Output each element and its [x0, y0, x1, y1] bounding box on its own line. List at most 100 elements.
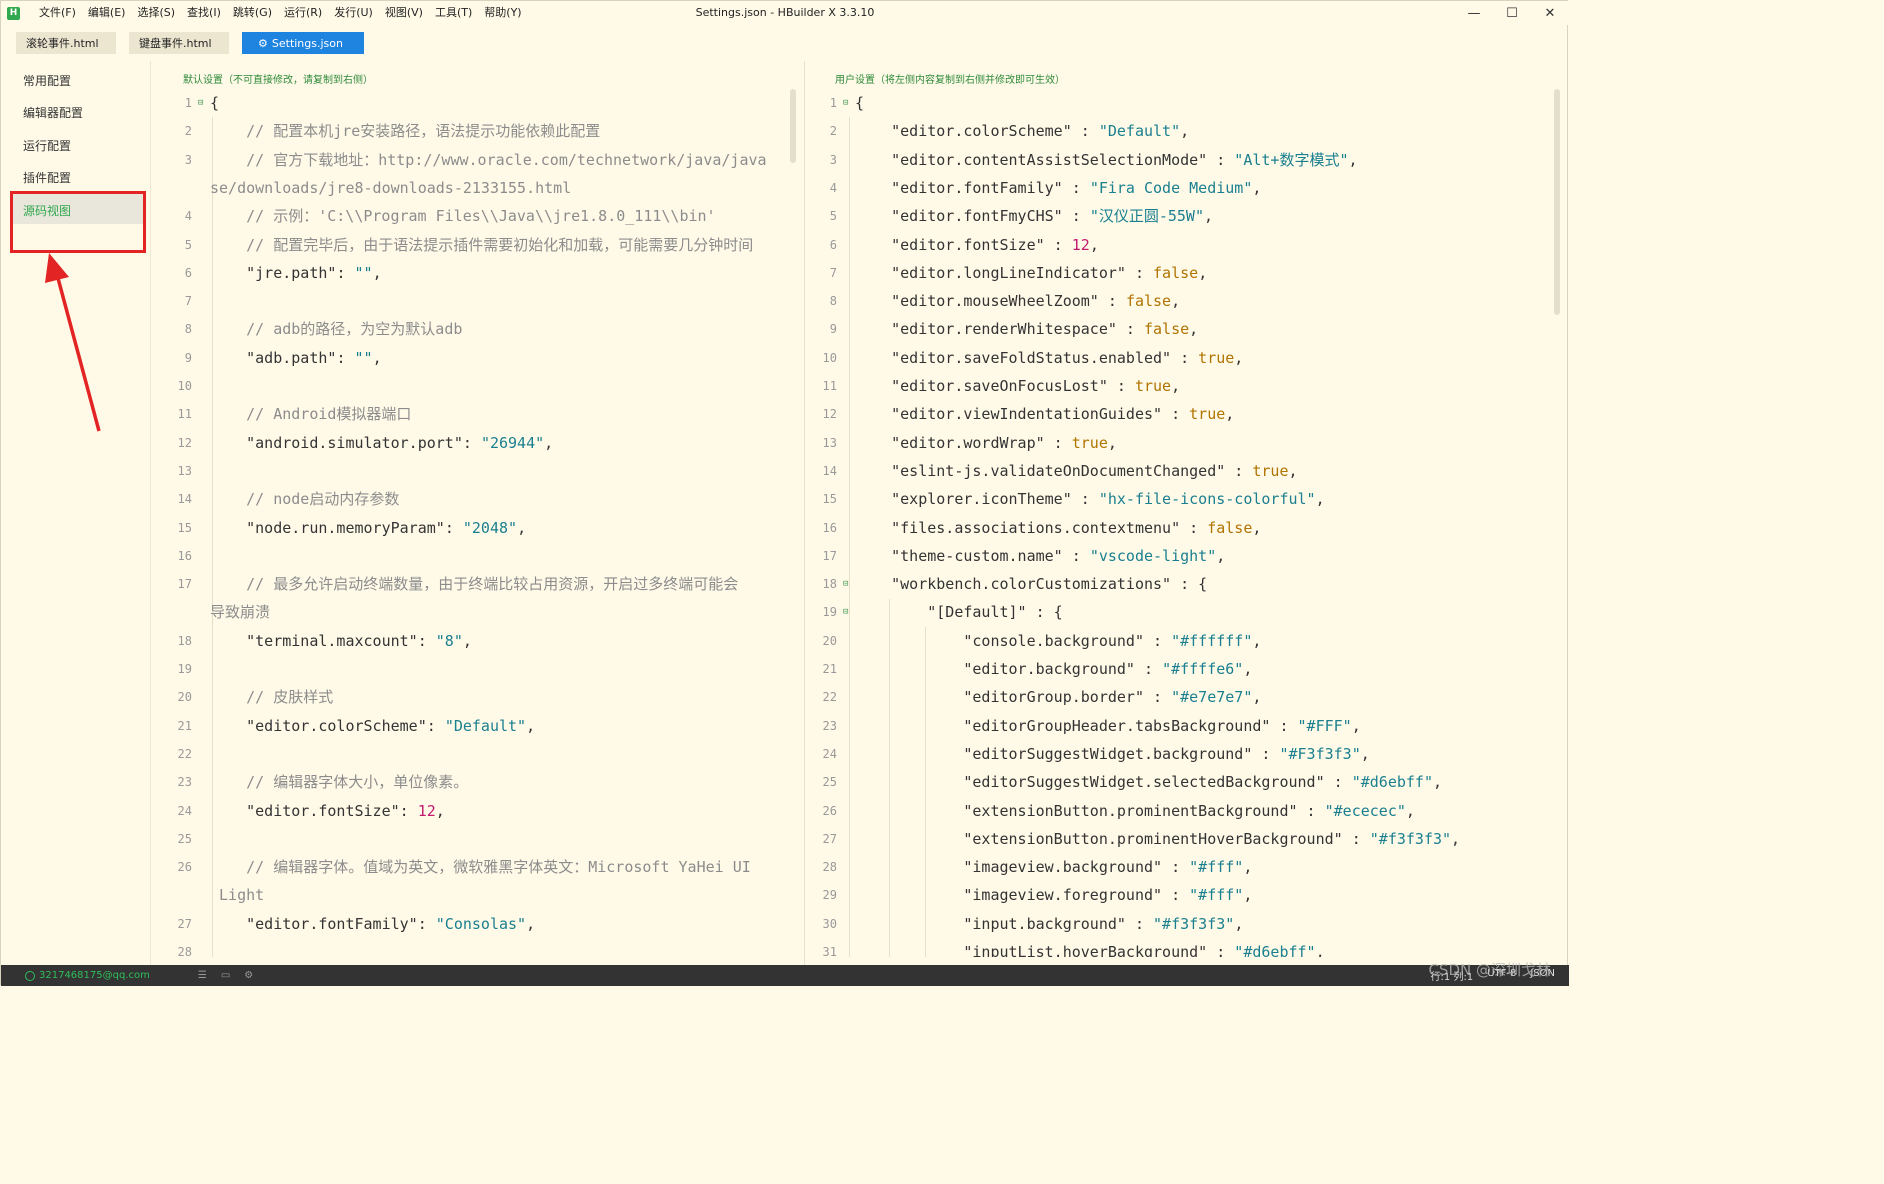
code-line[interactable]: "theme-custom.name" : "vscode-light", — [855, 542, 1225, 570]
code-line[interactable]: "editorSuggestWidget.background" : "#F3f… — [855, 740, 1369, 768]
sidebar-item-run[interactable]: 运行配置 — [23, 137, 71, 154]
list-icon[interactable]: ☰ — [198, 970, 207, 981]
code-line[interactable]: "editorGroupHeader.tabsBackground" : "#F… — [855, 712, 1360, 740]
code-line[interactable]: "editor.wordWrap" : true, — [855, 429, 1117, 457]
tab-scroll-event-html[interactable]: 滚轮事件.html — [16, 32, 116, 54]
line-number: 6 — [184, 265, 192, 280]
code-token: // 配置完毕后，由于语法提示插件需要初始化和加载，可能需要几分钟时间 — [210, 235, 754, 254]
code-line[interactable]: // 配置完毕后，由于语法提示插件需要初始化和加载，可能需要几分钟时间 — [210, 231, 753, 259]
code-line[interactable]: Light — [210, 881, 264, 909]
line-number: 21 — [822, 662, 837, 676]
code-token: : — [462, 433, 481, 452]
code-line[interactable]: "editor.saveOnFocusLost" : true, — [855, 372, 1180, 400]
fold-toggle-icon[interactable]: ⊟ — [843, 579, 848, 589]
menu-item[interactable]: 跳转(G) — [227, 1, 278, 25]
code-line[interactable]: // 官方下载地址：http://www.oracle.com/technetw… — [210, 146, 767, 174]
right-scrollbar[interactable] — [1554, 89, 1560, 315]
code-line[interactable]: "editor.viewIndentationGuides" : true, — [855, 400, 1234, 428]
terminal-icon[interactable]: ▭ — [221, 970, 230, 981]
code-line[interactable]: // 编辑器字体大小，单位像素。 — [210, 768, 468, 796]
code-line[interactable]: "editor.saveFoldStatus.enabled" : true, — [855, 344, 1243, 372]
title-bar: H 文件(F) 编辑(E) 选择(S) 查找(I) 跳转(G) 运行(R) 发行(U) 视图(… — [1, 1, 1569, 25]
code-token: "editor.fontFmyCHS" — [855, 207, 1063, 226]
code-line[interactable]: "eslint-js.validateOnDocumentChanged" : … — [855, 457, 1297, 485]
account-status[interactable]: 3217468175@qq.com — [25, 970, 150, 981]
code-line[interactable]: "extensionButton.prominentBackground" : … — [855, 797, 1415, 825]
code-line[interactable]: "editorGroup.border" : "#e7e7e7", — [855, 683, 1261, 711]
code-line[interactable]: { — [210, 89, 219, 117]
code-line[interactable]: "editor.longLineIndicator" : false, — [855, 259, 1207, 287]
code-line[interactable]: "editorSuggestWidget.selectedBackground"… — [855, 768, 1442, 796]
code-line[interactable]: // 配置本机jre安装路径，语法提示功能依赖此配置 — [210, 117, 600, 145]
code-line[interactable]: "editor.background" : "#ffffe6", — [855, 655, 1252, 683]
code-line[interactable]: "editor.mouseWheelZoom" : false, — [855, 287, 1180, 315]
code-line[interactable]: "workbench.colorCustomizations" : { — [855, 570, 1207, 598]
sidebar-item-plugins[interactable]: 插件配置 — [23, 169, 71, 186]
code-line[interactable]: "editor.fontFmyCHS" : "汉仪正圆-55W", — [855, 202, 1213, 230]
menu-item[interactable]: 查找(I) — [181, 1, 227, 25]
menu-item[interactable]: 选择(S) — [131, 1, 181, 25]
code-line[interactable]: "inputList.hoverBackground" : "#d6ebff", — [855, 938, 1324, 957]
user-settings-editor[interactable]: 1 ⊟{2 "editor.colorScheme" : "Default", 3 … — [809, 89, 1557, 957]
minimize-icon[interactable]: — — [1455, 1, 1493, 25]
left-scrollbar[interactable] — [790, 89, 796, 163]
line-number: 2 — [829, 124, 837, 139]
menu-item[interactable]: 发行(U) — [328, 1, 379, 25]
pane-divider[interactable] — [804, 61, 805, 965]
plugin-icon[interactable]: ⚙ — [244, 970, 253, 981]
code-line[interactable]: "imageview.foreground" : "#fff", — [855, 881, 1252, 909]
code-line[interactable]: "editor.fontSize" : 12, — [855, 231, 1099, 259]
sidebar-item-common[interactable]: 常用配置 — [23, 72, 71, 89]
code-line[interactable]: { — [855, 89, 864, 117]
code-line[interactable]: "[Default]" : { — [855, 598, 1062, 626]
code-line[interactable]: "editor.fontFamily": "Consolas", — [210, 910, 535, 938]
tab-keyboard-event-html[interactable]: 键盘事件.html — [129, 32, 229, 54]
code-token: : — [1062, 207, 1090, 226]
menu-item[interactable]: 编辑(E) — [82, 1, 132, 25]
menu-item[interactable]: 视图(V) — [379, 1, 429, 25]
code-line[interactable]: 导致崩溃 — [210, 598, 270, 626]
fold-toggle-icon[interactable]: ⊟ — [843, 98, 848, 108]
code-line[interactable]: "terminal.maxcount": "8", — [210, 627, 472, 655]
code-line[interactable]: // 皮肤样式 — [210, 683, 333, 711]
code-line[interactable]: "files.associations.contextmenu" : false… — [855, 514, 1261, 542]
fold-toggle-icon[interactable]: ⊟ — [198, 98, 203, 108]
code-token: // 官方下载地址：http://www.oracle.com/technetw… — [210, 150, 767, 169]
code-line[interactable]: // node启动内存参数 — [210, 485, 399, 513]
menu-item[interactable]: 帮助(Y) — [478, 1, 527, 25]
code-line[interactable]: "android.simulator.port": "26944", — [210, 429, 553, 457]
menu-item[interactable]: 文件(F) — [33, 1, 82, 25]
fold-toggle-icon[interactable]: ⊟ — [843, 607, 848, 617]
code-line[interactable]: "explorer.iconTheme" : "hx-file-icons-co… — [855, 485, 1325, 513]
code-line[interactable]: "jre.path": "", — [210, 259, 381, 287]
code-line[interactable]: // Android模拟器端口 — [210, 400, 411, 428]
code-line[interactable]: "node.run.memoryParam": "2048", — [210, 514, 526, 542]
sidebar-item-editor[interactable]: 编辑器配置 — [23, 104, 83, 121]
menu-item[interactable]: 运行(R) — [278, 1, 328, 25]
code-line[interactable]: "editor.fontFamily" : "Fira Code Medium"… — [855, 174, 1261, 202]
default-settings-editor[interactable]: 1 ⊟ {2 // 配置本机jre安装路径，语法提示功能依赖此配置 3 // 官方下载… — [156, 89, 796, 957]
code-line[interactable]: "editor.fontSize": 12, — [210, 797, 445, 825]
code-line[interactable]: "editor.colorScheme": "Default", — [210, 712, 535, 740]
code-line[interactable]: "editor.contentAssistSelectionMode" : "A… — [855, 146, 1357, 174]
code-token: : — [417, 631, 436, 650]
code-line[interactable]: // adb的路径，为空为默认adb — [210, 315, 462, 343]
menu-item[interactable]: 工具(T) — [429, 1, 478, 25]
code-line[interactable]: "extensionButton.prominentHoverBackgroun… — [855, 825, 1460, 853]
code-line[interactable]: // 最多允许启动终端数量，由于终端比较占用资源，开启过多终端可能会 — [210, 570, 738, 598]
tab-settings-json[interactable]: ⚙ Settings.json — [242, 32, 364, 54]
code-line[interactable]: se/downloads/jre8-downloads-2133155.html — [210, 174, 571, 202]
close-icon[interactable]: ✕ — [1531, 1, 1569, 25]
code-line[interactable]: "console.background" : "#ffffff", — [855, 627, 1261, 655]
maximize-icon[interactable]: ☐ — [1493, 1, 1531, 25]
code-token: : — [1252, 744, 1280, 763]
code-line[interactable]: "input.background" : "#f3f3f3", — [855, 910, 1243, 938]
code-token: : — [399, 801, 418, 820]
code-line[interactable]: "editor.renderWhitespace" : false, — [855, 315, 1198, 343]
code-line[interactable]: "editor.colorScheme" : "Default", — [855, 117, 1189, 145]
code-token: , — [1252, 631, 1262, 650]
code-line[interactable]: "adb.path": "", — [210, 344, 381, 372]
code-line[interactable]: // 示例：'C:\\Program Files\\Java\\jre1.8.0… — [210, 202, 715, 230]
code-line[interactable]: "imageview.background" : "#fff", — [855, 853, 1252, 881]
code-line[interactable]: // 编辑器字体。值域为英文，微软雅黑字体英文：Microsoft YaHei … — [210, 853, 751, 881]
